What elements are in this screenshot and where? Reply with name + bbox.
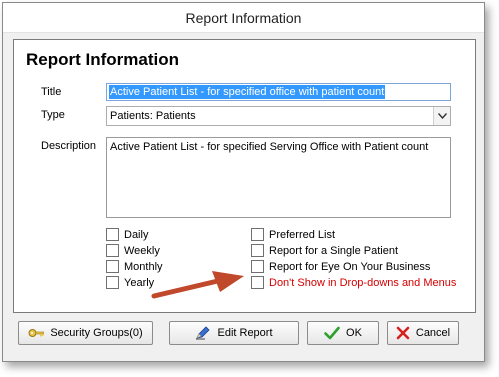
checkbox-box[interactable] — [251, 260, 264, 273]
ok-label: OK — [346, 327, 362, 339]
key-icon — [28, 326, 45, 340]
checkbox-box[interactable] — [106, 276, 119, 289]
edit-report-button[interactable]: Edit Report — [169, 321, 299, 345]
description-value: Active Patient List - for specified Serv… — [110, 141, 429, 153]
checkbox-eye-on-business[interactable]: Report for Eye On Your Business — [251, 260, 430, 273]
title-input[interactable]: Active Patient List - for specified offi… — [106, 83, 451, 101]
security-groups-button[interactable]: Security Groups(0) — [18, 321, 153, 345]
title-label: Title — [41, 86, 62, 98]
form-heading: Report Information — [26, 50, 179, 69]
type-select-value: Patients: Patients — [110, 110, 196, 122]
arrow-icon — [151, 271, 244, 299]
checkbox-weekly[interactable]: Weekly — [106, 244, 160, 257]
checkbox-box[interactable] — [251, 244, 264, 257]
x-icon — [396, 326, 410, 340]
checkbox-label: Preferred List — [269, 228, 336, 241]
pen-icon — [195, 326, 211, 340]
checkbox-label: Report for Eye On Your Business — [269, 260, 431, 273]
checkbox-box[interactable] — [106, 244, 119, 257]
report-information-dialog: Report Information Report Information Ti… — [2, 2, 485, 362]
type-select[interactable]: Patients: Patients — [106, 106, 451, 126]
type-label: Type — [41, 109, 65, 121]
description-textarea[interactable]: Active Patient List - for specified Serv… — [106, 137, 451, 218]
checkbox-label: Don't Show in Drop-downs and Menus — [269, 276, 457, 289]
ok-button[interactable]: OK — [307, 321, 379, 345]
chevron-down-icon[interactable] — [433, 107, 450, 125]
checkbox-box[interactable] — [106, 228, 119, 241]
window-title: Report Information — [3, 3, 484, 33]
cancel-label: Cancel — [415, 327, 451, 339]
description-label: Description — [41, 140, 97, 152]
checkbox-label: Report for a Single Patient — [269, 244, 399, 257]
checkmark-icon — [324, 326, 340, 340]
security-groups-label: Security Groups(0) — [50, 327, 143, 339]
checkbox-single-patient[interactable]: Report for a Single Patient — [251, 244, 398, 257]
checkbox-box[interactable] — [106, 260, 119, 273]
cancel-button[interactable]: Cancel — [387, 321, 459, 345]
checkbox-dont-show-in-menus[interactable]: Don't Show in Drop-downs and Menus — [251, 276, 456, 289]
title-input-value: Active Patient List - for specified offi… — [109, 85, 386, 99]
checkbox-preferred-list[interactable]: Preferred List — [251, 228, 335, 241]
checkbox-label: Daily — [124, 228, 149, 241]
checkbox-daily[interactable]: Daily — [106, 228, 148, 241]
checkbox-label: Weekly — [124, 244, 160, 257]
checkbox-box[interactable] — [251, 228, 264, 241]
edit-report-label: Edit Report — [217, 327, 273, 339]
checkbox-box[interactable] — [251, 276, 264, 289]
checkbox-yearly[interactable]: Yearly — [106, 276, 154, 289]
